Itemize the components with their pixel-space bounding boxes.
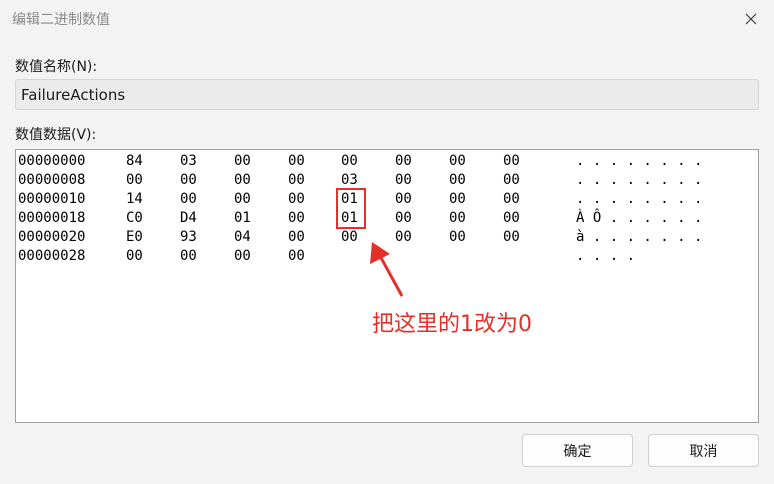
hex-row: 00000008 00 00 00 00 03 00 00 00 . . . .… [16,171,758,190]
hex-byte[interactable]: 00 [288,191,305,207]
hex-byte[interactable]: 00 [180,191,197,207]
hex-byte[interactable]: 00 [503,191,520,207]
hex-address: 00000010 [18,191,86,207]
hex-byte[interactable]: 00 [449,229,466,245]
highlight-box [336,188,366,229]
hex-ascii[interactable]: à . . . . . . . [576,229,702,245]
hex-address: 00000028 [18,248,86,264]
hex-address: 00000000 [18,153,86,169]
hex-byte[interactable]: 14 [126,191,143,207]
value-name-label: 数值名称(N): [15,59,98,75]
hex-byte[interactable]: 00 [234,248,251,264]
hex-byte[interactable]: D4 [180,210,197,226]
hex-byte[interactable]: 00 [503,153,520,169]
hex-row: 00000010 14 00 00 00 01 00 00 00 . . . .… [16,190,758,209]
hex-byte[interactable]: 00 [288,248,305,264]
hex-byte[interactable]: 00 [449,191,466,207]
close-button[interactable] [728,0,774,38]
hex-byte[interactable]: 00 [395,210,412,226]
hex-row: 00000018 C0 D4 01 00 01 00 00 00 À Ô . .… [16,209,758,228]
hex-row: 00000020 E0 93 04 00 00 00 00 00 à . . .… [16,228,758,247]
hex-ascii[interactable]: À Ô . . . . . . [576,210,702,226]
hex-byte[interactable]: 93 [180,229,197,245]
hex-byte[interactable]: 00 [503,229,520,245]
hex-byte[interactable]: 00 [449,153,466,169]
hex-byte[interactable]: 03 [341,172,358,188]
hex-byte[interactable]: 00 [449,172,466,188]
hex-byte[interactable]: 00 [126,248,143,264]
annotation-text: 把这里的1改为0 [372,312,532,337]
hex-editor[interactable]: 00000000 84 03 00 00 00 00 00 00 . . . .… [15,149,759,423]
hex-ascii[interactable]: . . . . . . . . [576,191,702,207]
hex-byte[interactable]: 00 [503,172,520,188]
hex-byte[interactable]: 04 [234,229,251,245]
hex-byte[interactable]: E0 [126,229,143,245]
hex-byte[interactable]: 00 [288,210,305,226]
hex-byte[interactable]: 00 [234,191,251,207]
hex-address: 00000008 [18,172,86,188]
hex-byte[interactable]: 00 [395,153,412,169]
cancel-button[interactable]: 取消 [648,434,759,467]
window-title: 编辑二进制数值 [12,12,110,28]
hex-byte[interactable]: 00 [449,210,466,226]
hex-ascii[interactable]: . . . . [576,248,635,264]
hex-byte[interactable]: 03 [180,153,197,169]
hex-address: 00000018 [18,210,86,226]
hex-byte[interactable]: 00 [503,210,520,226]
value-name-field[interactable]: FailureActions [15,79,759,110]
hex-byte[interactable]: 01 [234,210,251,226]
title-bar: 编辑二进制数值 [0,0,774,38]
ok-button[interactable]: 确定 [522,434,633,467]
hex-byte[interactable]: 00 [288,153,305,169]
hex-byte[interactable]: 00 [126,172,143,188]
hex-byte[interactable]: 00 [341,229,358,245]
hex-byte[interactable]: 84 [126,153,143,169]
hex-ascii[interactable]: . . . . . . . . [576,153,702,169]
hex-byte[interactable]: 00 [234,153,251,169]
hex-address: 00000020 [18,229,86,245]
hex-byte[interactable]: 00 [288,172,305,188]
hex-byte[interactable]: C0 [126,210,143,226]
hex-row: 00000000 84 03 00 00 00 00 00 00 . . . .… [16,152,758,171]
hex-row: 00000028 00 00 00 00 . . . . [16,247,758,266]
hex-byte[interactable]: 00 [395,172,412,188]
close-icon [745,13,757,25]
hex-byte[interactable]: 00 [341,153,358,169]
hex-byte[interactable]: 00 [180,248,197,264]
value-data-label: 数值数据(V): [15,127,97,143]
hex-ascii[interactable]: . . . . . . . . [576,172,702,188]
hex-byte[interactable]: 00 [288,229,305,245]
hex-byte[interactable]: 00 [395,229,412,245]
hex-byte[interactable]: 00 [234,172,251,188]
hex-byte[interactable]: 00 [180,172,197,188]
hex-byte[interactable]: 00 [395,191,412,207]
